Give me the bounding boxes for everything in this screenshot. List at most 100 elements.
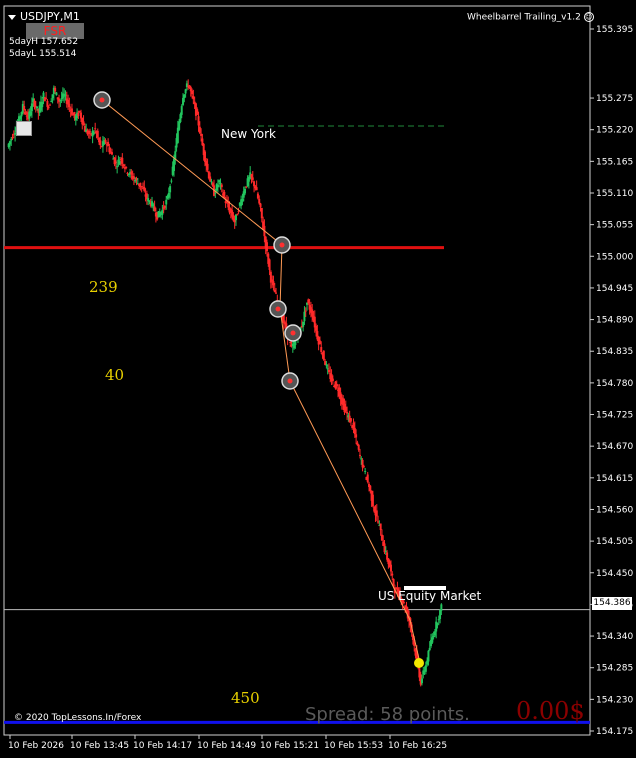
candle-body: [214, 192, 217, 194]
candle-body: [437, 619, 440, 621]
candle-body: [259, 203, 262, 208]
candle-body: [237, 211, 240, 213]
time-tick-label: 10 Feb 13:45: [70, 741, 129, 751]
candle-body: [48, 104, 51, 106]
candle-body: [369, 485, 372, 492]
candle-body: [256, 193, 259, 199]
price-tick-label: 154.285: [596, 664, 633, 674]
time-tick-label: 10 Feb 15:53: [324, 741, 383, 751]
time-tick-label: 10 Feb 16:25: [388, 741, 447, 751]
candle-body: [197, 116, 200, 126]
candle-body: [70, 108, 73, 115]
candle-body: [320, 347, 323, 352]
candle-body: [64, 94, 67, 96]
chart-background: [0, 0, 636, 754]
candle-body: [355, 434, 358, 438]
candle-body: [24, 112, 27, 115]
candle-body: [335, 383, 338, 387]
session-label-new-york: New York: [221, 127, 276, 141]
symbol-title[interactable]: USDJPY,M1: [8, 10, 80, 23]
candle-body: [45, 97, 48, 99]
candle-body: [318, 340, 321, 345]
time-tick-label: 10 Feb 14:17: [133, 741, 192, 751]
entry-marker: [414, 658, 424, 668]
candle-body: [236, 214, 239, 216]
candle-body: [122, 164, 125, 166]
counter-value-3: 450: [231, 689, 260, 707]
candle-body: [46, 100, 49, 107]
session-label-us-equity: US Equity Market: [378, 589, 482, 603]
candle-body: [77, 113, 80, 117]
toggle-panel-button[interactable]: [16, 121, 32, 136]
price-chart[interactable]: 155.395 155.275 155.220 155.165 155.110 155.0…: [0, 0, 636, 754]
candle-body: [392, 579, 395, 586]
candle-body: [200, 133, 203, 136]
candle-body: [47, 106, 50, 108]
candle-body: [10, 138, 13, 141]
candle-body: [379, 523, 382, 531]
candle-body: [307, 299, 310, 304]
price-tick-label: 154.340: [596, 632, 633, 642]
candle-body: [435, 621, 438, 632]
candle-body: [383, 543, 386, 553]
candle-body: [55, 92, 58, 96]
candle-body: [216, 184, 219, 188]
candle-body: [391, 573, 394, 576]
expert-advisor-label[interactable]: Wheelbarrel Trailing_v1.2 ☺: [467, 12, 594, 23]
candle-body: [324, 361, 327, 365]
candle-body: [271, 279, 274, 282]
price-tick-label: 154.615: [596, 474, 633, 484]
candle-body: [358, 454, 361, 456]
candle-body: [172, 158, 175, 172]
candle-body: [241, 199, 244, 202]
candle-body: [130, 171, 133, 175]
candle-body: [304, 310, 307, 312]
price-tick-label: 154.780: [596, 379, 633, 389]
candle-body: [344, 406, 347, 412]
candle-body: [380, 534, 383, 541]
candle-body: [118, 161, 121, 165]
candle-body: [223, 191, 226, 199]
price-tick-label: 154.450: [596, 569, 633, 579]
candle-body: [113, 157, 116, 165]
five-day-low-label: 5dayL 155.514: [9, 49, 77, 59]
price-tick-label: 154.505: [596, 537, 633, 547]
candle-body: [356, 442, 359, 446]
candle-body: [140, 186, 143, 188]
candle-body: [275, 292, 278, 294]
candle-body: [439, 610, 442, 619]
price-tick-label: 154.175: [596, 727, 633, 737]
candle-body: [353, 427, 356, 435]
dropdown-arrow-icon[interactable]: [8, 14, 16, 20]
candle-body: [192, 96, 195, 100]
candle-body: [198, 126, 201, 134]
candle-body: [357, 444, 360, 450]
candle-body: [68, 103, 71, 108]
candle-body: [251, 177, 254, 180]
candle-body: [79, 112, 82, 119]
candle-body: [265, 242, 268, 252]
candle-body: [349, 418, 352, 422]
candle-body: [153, 206, 156, 211]
candle-body: [245, 186, 248, 188]
candle-body: [327, 369, 330, 372]
chart-window[interactable]: 155.395 155.275 155.220 155.165 155.110 155.0…: [0, 0, 636, 754]
candle-body: [182, 97, 185, 105]
candle-body: [11, 137, 14, 139]
current-price-tag: 154.386: [592, 597, 632, 610]
candle-body: [82, 121, 85, 126]
candle-body: [326, 368, 329, 370]
candle-body: [114, 161, 117, 164]
candle-body: [169, 186, 172, 193]
candle-body: [178, 121, 181, 130]
price-tick-label: 154.890: [596, 316, 633, 326]
candle-body: [152, 204, 155, 207]
candle-body: [29, 111, 32, 116]
candle-body: [165, 199, 168, 205]
candle-body: [167, 192, 170, 198]
candle-body: [364, 470, 367, 472]
candle-body: [54, 87, 57, 92]
candle-body: [322, 350, 325, 360]
candle-body: [117, 159, 120, 161]
price-tick-label: 155.055: [596, 221, 633, 231]
